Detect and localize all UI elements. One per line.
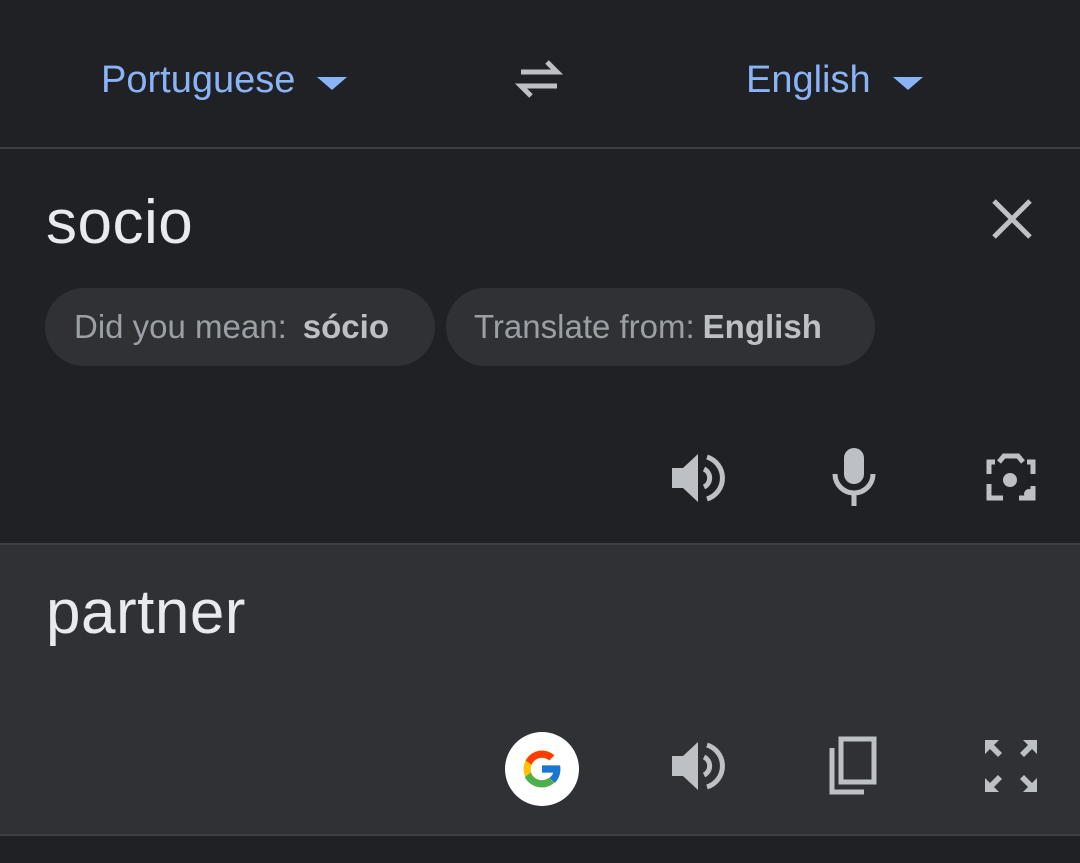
copy-button[interactable] xyxy=(816,730,888,802)
translate-from-label: Translate from: xyxy=(474,308,695,345)
did-you-mean-value: sócio xyxy=(302,308,389,345)
clear-input-button[interactable] xyxy=(986,193,1038,245)
did-you-mean-label: Did you mean: xyxy=(74,308,287,345)
swap-languages-button[interactable] xyxy=(507,54,571,104)
close-icon xyxy=(992,199,1032,239)
google-search-button[interactable] xyxy=(505,732,579,806)
target-language-selector[interactable]: English xyxy=(746,52,923,108)
speaker-icon xyxy=(672,454,725,502)
speaker-icon xyxy=(672,742,725,790)
caret-down-icon xyxy=(317,76,348,90)
source-listen-button[interactable] xyxy=(660,442,732,514)
caret-down-icon xyxy=(892,76,923,90)
source-text-input[interactable]: socio xyxy=(46,187,193,258)
translation-text: partner xyxy=(46,578,246,647)
output-panel: partner xyxy=(0,545,1080,834)
bottom-area xyxy=(0,836,1080,863)
google-g-icon xyxy=(523,750,562,788)
microphone-button[interactable] xyxy=(818,442,890,514)
camera-button[interactable] xyxy=(975,442,1047,514)
swap-arrows-icon xyxy=(514,60,564,98)
input-panel: socio Did you mean: sócio Translate from… xyxy=(0,149,1080,544)
translate-from-value: English xyxy=(702,308,822,345)
source-language-selector[interactable]: Portuguese xyxy=(101,52,348,108)
source-language-label: Portuguese xyxy=(101,58,296,101)
copy-icon xyxy=(829,736,877,795)
microphone-icon xyxy=(832,448,876,506)
language-bar: Portuguese English xyxy=(0,0,1080,149)
fullscreen-button[interactable] xyxy=(975,730,1047,802)
translation-listen-button[interactable] xyxy=(660,730,732,802)
fullscreen-icon xyxy=(985,740,1037,792)
target-language-label: English xyxy=(746,58,871,101)
camera-lens-icon xyxy=(986,453,1036,501)
did-you-mean-chip[interactable]: Did you mean: sócio xyxy=(45,288,435,366)
translate-from-chip[interactable]: Translate from: English xyxy=(446,288,875,366)
